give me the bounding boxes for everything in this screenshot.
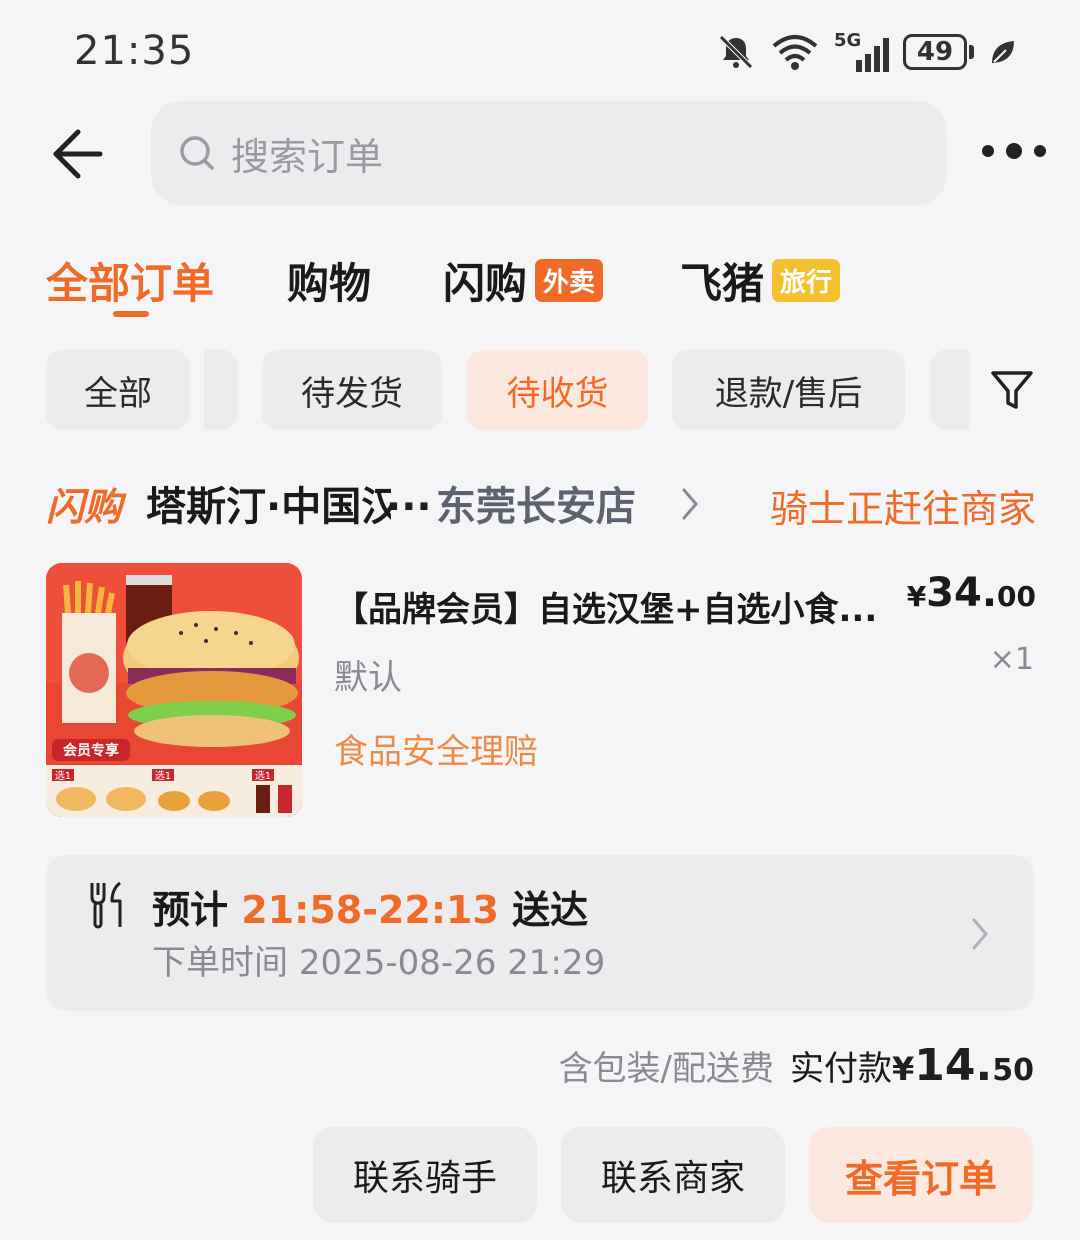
tab-label: 闪购 — [443, 259, 528, 308]
pick-label: 选1 — [155, 769, 171, 782]
store-name-ellipsis: ... — [386, 474, 432, 520]
mute-bell-icon — [719, 35, 753, 69]
battery-icon: 49 — [903, 34, 974, 70]
leaf-icon — [992, 41, 1014, 63]
product-spec: 默认 — [334, 658, 402, 698]
flash-buy-logo: 闪购 — [46, 485, 123, 529]
filter-pending-shipment[interactable]: 待发货 — [262, 350, 442, 430]
filter-funnel-icon — [991, 371, 1033, 409]
button-label: 联系骑手 — [352, 1158, 497, 1199]
food-safety-claim-link[interactable]: 食品安全理赔 — [334, 724, 538, 773]
paid-currency: ¥ — [892, 1050, 915, 1088]
member-badge: 会员专享 — [63, 742, 119, 759]
store-name[interactable]: 塔斯汀·中国汉堡 — [146, 474, 391, 532]
filter-pending-receipt[interactable]: 待收货 — [467, 350, 648, 430]
filter-chips: 全部 待发货 待收货 退款/售后 — [0, 350, 1080, 430]
dot-icon — [1034, 145, 1046, 157]
dot-icon — [1006, 143, 1022, 159]
signal-icon: 5G — [834, 30, 889, 72]
dot-icon — [982, 145, 994, 157]
eta-suffix: 送达 — [512, 888, 589, 932]
filter-label: 待发货 — [301, 373, 403, 414]
product-quantity: ×1 — [989, 642, 1034, 677]
contact-rider-button[interactable]: 联系骑手 — [313, 1127, 537, 1223]
product-image[interactable]: 会员专享 选1 选1 选1 — [46, 563, 302, 817]
burger-meal-image: 会员专享 选1 选1 选1 — [46, 563, 302, 817]
total-row: 含包装/配送费 实付款 ¥ 14. 50 — [559, 1040, 1034, 1091]
tab-label: 飞猪 — [680, 259, 765, 308]
pick-label: 选1 — [55, 769, 71, 782]
more-options-button[interactable] — [982, 136, 1046, 166]
price-integer: 34. — [926, 570, 998, 616]
travel-badge: 旅行 — [772, 259, 841, 302]
search-placeholder: 搜索订单 — [231, 134, 384, 179]
status-icons: 5G 49 — [716, 30, 1018, 74]
filter-label: 退款/售后 — [714, 373, 863, 414]
order-time-label: 下单时间 — [152, 943, 288, 983]
view-order-button[interactable]: 查看订单 — [809, 1127, 1033, 1223]
paid-integer: 14. — [914, 1040, 993, 1091]
takeout-badge: 外卖 — [535, 259, 604, 302]
tab-all-orders[interactable]: 全部订单 — [46, 250, 214, 311]
chevron-right-icon — [972, 918, 988, 950]
contact-store-button[interactable]: 联系商家 — [561, 1127, 785, 1223]
back-button[interactable] — [48, 124, 108, 184]
delivery-info-card[interactable]: 预计 21:58-22:13 送达 下单时间 2025-08-26 21:29 — [46, 855, 1034, 1011]
filter-button[interactable] — [980, 360, 1044, 420]
tab-shopping[interactable]: 购物 — [287, 250, 371, 311]
filter-label: 全部 — [84, 373, 152, 414]
active-tab-indicator — [113, 311, 149, 317]
estimated-delivery: 预计 21:58-22:13 送达 — [152, 879, 588, 934]
product-title[interactable]: 【品牌会员】自选汉堡+自选小食... — [334, 582, 904, 631]
store-row[interactable]: 闪购 塔斯汀·中国汉堡 ... 东莞长安店 骑士正赶往商家 — [46, 472, 1036, 536]
order-placed-time: 下单时间 2025-08-26 21:29 — [152, 935, 605, 984]
back-arrow-icon — [53, 129, 103, 179]
pick-label: 选1 — [255, 769, 271, 782]
status-bar: 21:35 5G 49 — [0, 0, 1080, 100]
order-time-value: 2025-08-26 21:29 — [298, 943, 606, 983]
product-price: ¥ 34. 00 — [907, 570, 1036, 616]
tab-flash-buy[interactable]: 闪购 外卖 — [443, 250, 604, 311]
filter-placeholder — [204, 350, 238, 430]
button-label: 查看订单 — [844, 1156, 997, 1201]
button-label: 联系商家 — [600, 1158, 745, 1199]
paid-decimal: 50 — [992, 1053, 1034, 1088]
tab-label: 购物 — [287, 259, 372, 308]
tab-fliggy[interactable]: 飞猪 旅行 — [680, 250, 841, 311]
store-branch[interactable]: 东莞长安店 — [436, 474, 636, 532]
eta-prefix: 预计 — [152, 888, 229, 932]
eta-time: 21:58-22:13 — [241, 888, 499, 932]
wifi-icon — [772, 35, 818, 70]
search-input[interactable]: 搜索订单 — [151, 101, 947, 205]
filter-more-chip[interactable] — [930, 350, 970, 430]
search-icon — [180, 136, 214, 170]
fork-knife-icon — [90, 881, 122, 929]
paid-label: 实付款 — [790, 1049, 893, 1089]
network-type: 5G — [834, 30, 862, 51]
chevron-right-icon — [682, 488, 698, 520]
filter-refund[interactable]: 退款/售后 — [672, 350, 905, 430]
filter-all[interactable]: 全部 — [46, 350, 190, 430]
status-time: 21:35 — [74, 28, 195, 74]
order-status: 骑士正赶往商家 — [769, 487, 1036, 531]
tab-label: 全部订单 — [46, 259, 215, 308]
filter-label: 待收货 — [506, 373, 609, 414]
fee-note: 含包装/配送费 — [558, 1049, 775, 1089]
price-decimal: 00 — [997, 580, 1036, 613]
price-currency: ¥ — [906, 580, 927, 613]
battery-level: 49 — [903, 34, 967, 70]
